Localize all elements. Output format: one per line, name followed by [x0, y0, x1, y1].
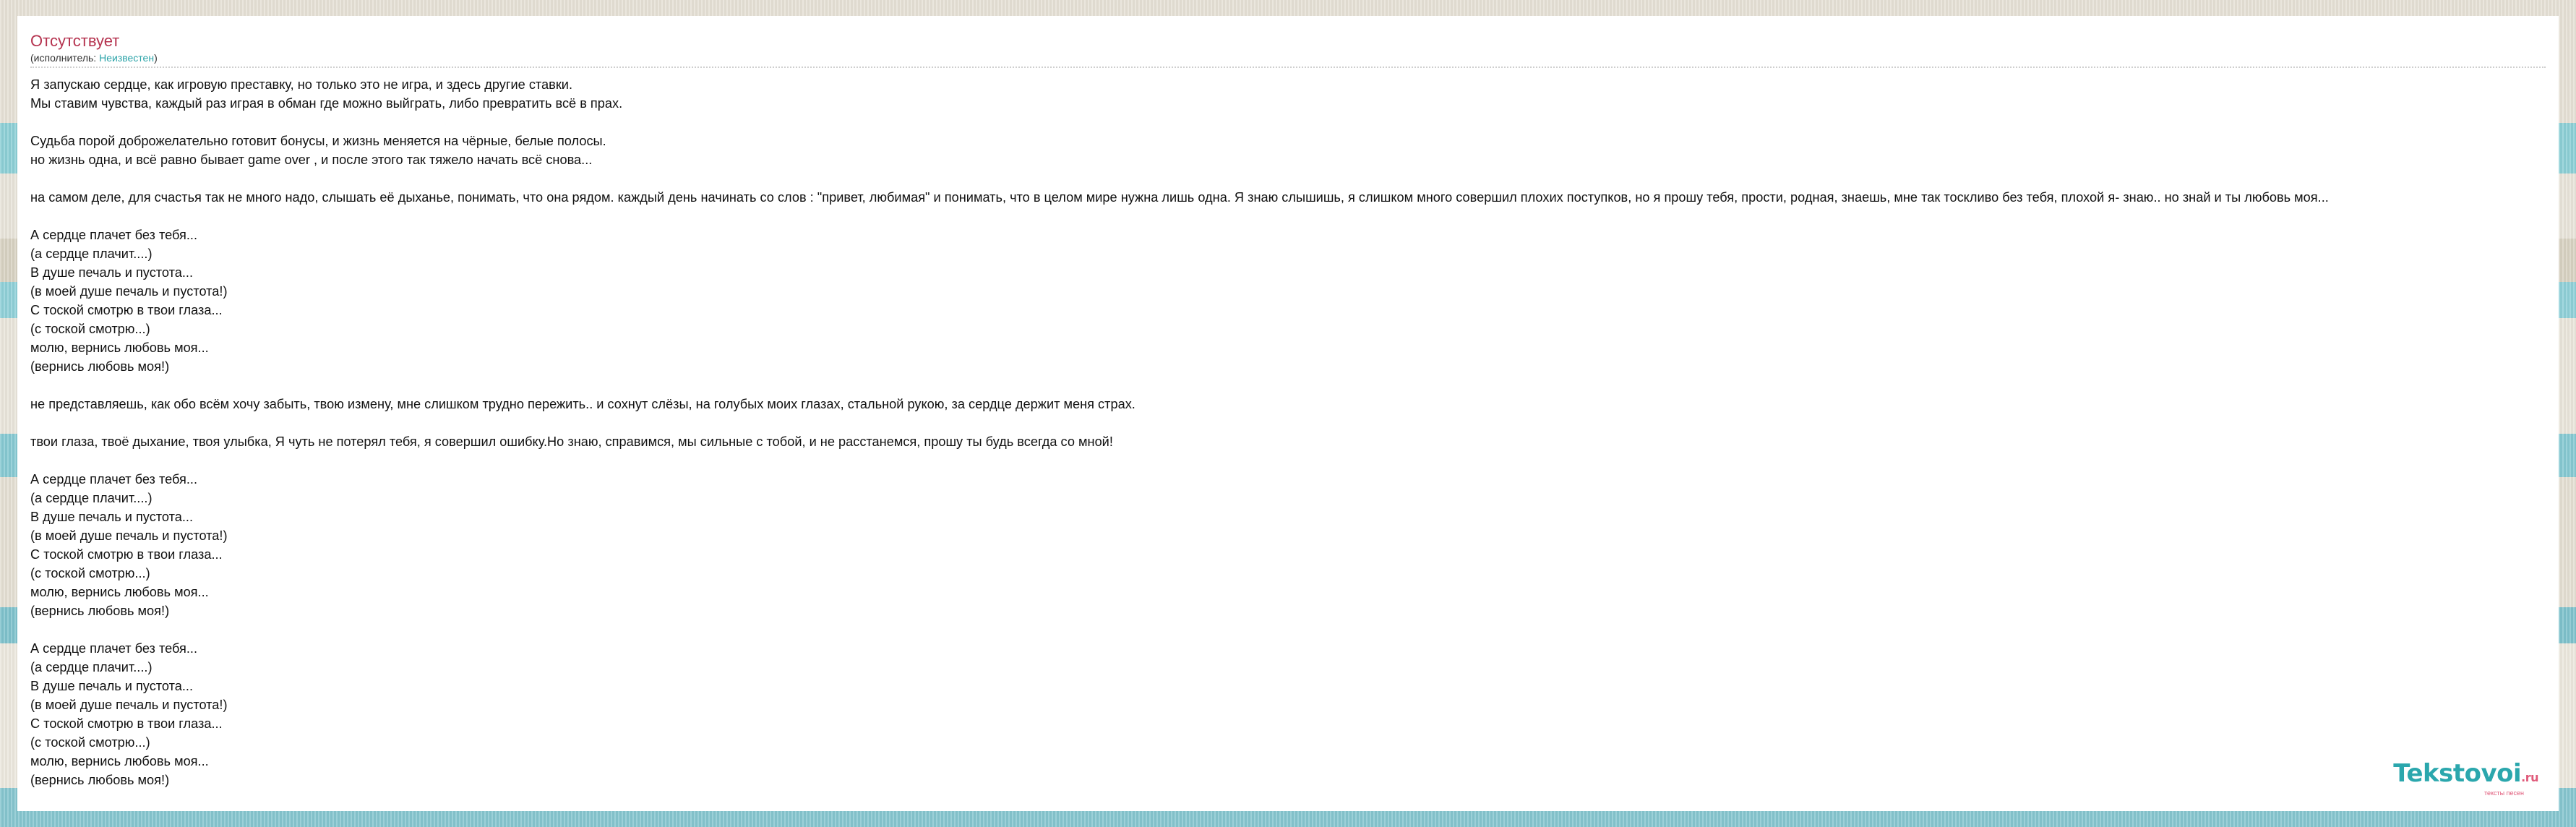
artist-suffix: ): [154, 52, 158, 64]
song-title: Отсутствует: [30, 32, 120, 50]
lyrics-line: (в моей душе печаль и пустота!): [30, 284, 228, 299]
lyrics-line: (с тоской смотрю...): [30, 735, 150, 750]
lyrics-stanza: А сердце плачет без тебя... (а сердце пла…: [30, 226, 2553, 376]
lyrics-stanza: на самом деле, для счастья так не много …: [30, 188, 2553, 207]
lyrics-line: (в моей душе печаль и пустота!): [30, 698, 228, 712]
lyrics-line: В душе печаль и пустота...: [30, 265, 194, 280]
lyrics-line: С тоской смотрю в твои глаза...: [30, 716, 223, 731]
artist-link[interactable]: Неизвестен: [99, 52, 154, 64]
lyrics-stanza: А сердце плачет без тебя... (а сердце пла…: [30, 470, 2553, 620]
lyrics-line: А сердце плачет без тебя...: [30, 228, 198, 242]
lyrics-line: молю, вернись любовь моя...: [30, 754, 209, 768]
site-logo[interactable]: Tekstovoi.ru тексты песен: [2393, 760, 2538, 797]
artist-line: (исполнитель: Неизвестен): [30, 52, 158, 64]
lyrics-line: твои глаза, твоё дыхание, твоя улыбка, Я…: [30, 434, 1113, 449]
lyrics-line: В душе печаль и пустота...: [30, 510, 194, 524]
logo-main-text: Tekstovoi: [2393, 759, 2522, 788]
lyrics-line: (а сердце плачит....): [30, 491, 153, 505]
lyrics-line: А сердце плачет без тебя...: [30, 472, 198, 487]
lyrics-line: Мы ставим чувства, каждый раз играя в об…: [30, 96, 623, 111]
lyrics-line: (а сердце плачит....): [30, 660, 153, 674]
lyrics-line: В душе печаль и пустота...: [30, 679, 194, 693]
lyrics-line: А сердце плачет без тебя...: [30, 641, 198, 656]
lyrics-stanza: Судьба порой доброжелательно готовит бон…: [30, 132, 2553, 169]
lyrics-line: (с тоской смотрю...): [30, 322, 150, 336]
lyrics-line: но жизнь одна, и всё равно бывает game o…: [30, 153, 593, 167]
lyrics-stanza: не представляешь, как обо всём хочу забы…: [30, 395, 2553, 414]
lyrics-line: молю, вернись любовь моя...: [30, 340, 209, 355]
lyrics-stanza: твои глаза, твоё дыхание, твоя улыбка, Я…: [30, 432, 2553, 451]
lyrics-line: (вернись любовь моя!): [30, 604, 170, 618]
lyrics-line: С тоской смотрю в твои глаза...: [30, 547, 223, 562]
lyrics-line: (в моей душе печаль и пустота!): [30, 528, 228, 543]
lyrics-line: на самом деле, для счастья так не много …: [30, 190, 2329, 205]
lyrics-line: (вернись любовь моя!): [30, 773, 170, 787]
lyrics-text: Я запускаю сердце, как игровую преставку…: [30, 75, 2553, 808]
lyrics-stanza: А сердце плачет без тебя... (а сердце пла…: [30, 639, 2553, 789]
logo-domain: .ru: [2521, 771, 2538, 784]
lyrics-line: молю, вернись любовь моя...: [30, 585, 209, 599]
lyrics-line: С тоской смотрю в твои глаза...: [30, 303, 223, 317]
lyrics-line: (а сердце плачит....): [30, 247, 153, 261]
lyrics-stanza: Я запускаю сердце, как игровую преставку…: [30, 75, 2553, 113]
lyrics-line: Я запускаю сердце, как игровую преставку…: [30, 77, 572, 92]
lyrics-panel: Отсутствует (исполнитель: Неизвестен) Я …: [17, 16, 2559, 811]
lyrics-line: Судьба порой доброжелательно готовит бон…: [30, 134, 606, 148]
logo-wordmark: Tekstovoi.ru: [2393, 760, 2538, 791]
title-divider: [30, 67, 2546, 68]
lyrics-line: не представляешь, как обо всём хочу забы…: [30, 397, 1135, 411]
lyrics-line: (с тоской смотрю...): [30, 566, 150, 580]
lyrics-line: (вернись любовь моя!): [30, 359, 170, 374]
artist-prefix: (исполнитель:: [30, 52, 100, 64]
